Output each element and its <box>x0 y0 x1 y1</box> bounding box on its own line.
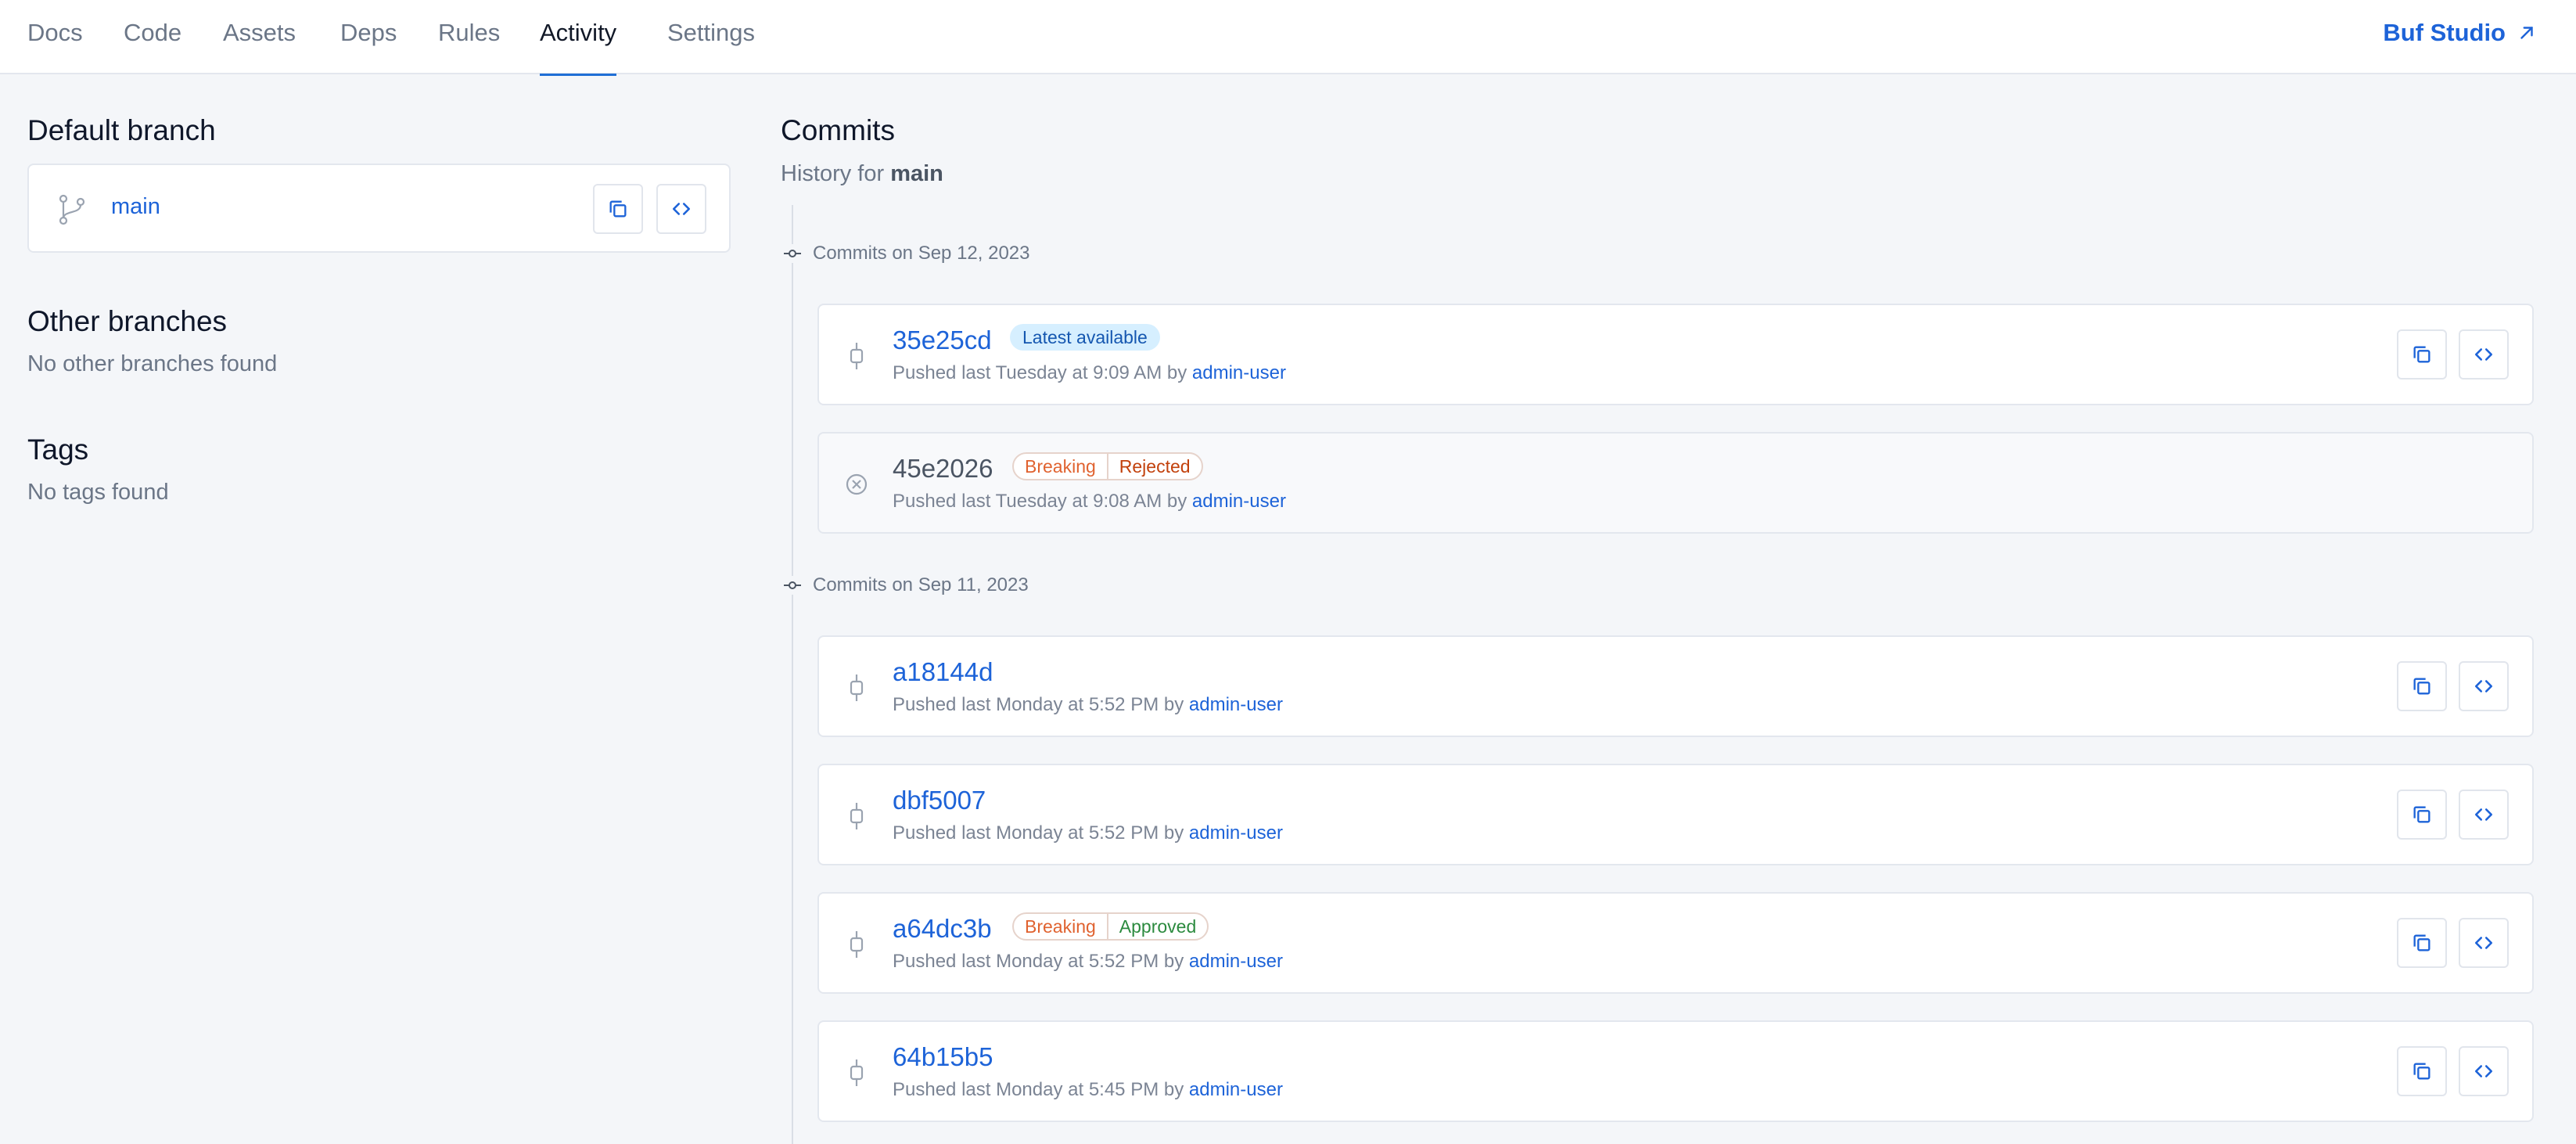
code-icon <box>2474 348 2493 361</box>
browse-commit-code-button[interactable] <box>2459 329 2509 380</box>
commit-meta: Pushed last Tuesday at 9:09 AM by admin-… <box>893 362 1286 384</box>
commit-user-link[interactable]: admin-user <box>1189 951 1283 972</box>
history-branch: main <box>890 161 943 186</box>
commit-user-link[interactable]: admin-user <box>1189 822 1283 844</box>
commit-pushed-text: Pushed last Tuesday at 9:09 AM by <box>893 362 1187 383</box>
rejected-circle-x-icon <box>846 473 868 495</box>
commit-node-icon <box>783 244 802 263</box>
commit-icon <box>850 803 864 829</box>
breaking-status-badge: Breaking Approved <box>1012 912 1209 941</box>
commit-day-text: Commits on Sep 11, 2023 <box>813 574 1029 595</box>
other-branches-empty: No other branches found <box>27 351 278 376</box>
tab-activity[interactable]: Activity <box>540 17 617 76</box>
commit-meta: Pushed last Monday at 5:45 PM by admin-u… <box>893 1079 1283 1101</box>
commit-icon <box>850 931 864 958</box>
commit-hash-link[interactable]: 35e25cd <box>893 326 992 355</box>
commit-user-link[interactable]: admin-user <box>1192 491 1286 512</box>
browse-commit-code-button[interactable] <box>2459 1046 2509 1096</box>
buf-studio-label: Buf Studio <box>2383 19 2506 46</box>
tab-rules[interactable]: Rules <box>438 17 500 74</box>
breaking-badge: Breaking <box>1014 454 1108 479</box>
breaking-badge: Breaking <box>1014 914 1108 939</box>
tab-settings[interactable]: Settings <box>667 17 755 74</box>
commit-user-link[interactable]: admin-user <box>1192 362 1286 383</box>
commit-meta: Pushed last Monday at 5:52 PM by admin-u… <box>893 951 1283 973</box>
commit-icon <box>850 343 864 369</box>
commit-pushed-text: Pushed last Monday at 5:52 PM by <box>893 694 1184 715</box>
commit-row: 35e25cd Latest available Pushed last Tue… <box>817 304 2534 405</box>
copy-icon <box>2413 346 2430 363</box>
copy-icon <box>609 200 627 218</box>
tab-deps[interactable]: Deps <box>340 17 397 74</box>
history-subtitle: History for main <box>781 161 943 187</box>
rejected-badge: Rejected <box>1119 456 1191 477</box>
copy-commit-button[interactable] <box>2397 661 2447 711</box>
code-icon <box>672 203 691 215</box>
copy-commit-button[interactable] <box>2397 1046 2447 1096</box>
default-branch-name[interactable]: main <box>111 194 160 220</box>
code-icon <box>2474 808 2493 821</box>
code-icon <box>2474 1065 2493 1077</box>
commit-pushed-text: Pushed last Monday at 5:45 PM by <box>893 1079 1184 1100</box>
browse-commit-code-button[interactable] <box>2459 790 2509 840</box>
copy-icon <box>2413 1063 2430 1080</box>
commit-meta: Pushed last Monday at 5:52 PM by admin-u… <box>893 822 1283 844</box>
external-arrow-icon <box>2520 27 2533 39</box>
commit-hash-link[interactable]: a64dc3b <box>893 914 992 944</box>
tab-assets[interactable]: Assets <box>223 17 296 74</box>
copy-branch-button[interactable] <box>593 184 643 234</box>
tags-empty: No tags found <box>27 480 169 505</box>
buf-studio-link[interactable]: Buf Studio <box>2383 17 2537 49</box>
commit-hash-link[interactable]: dbf5007 <box>893 786 986 815</box>
code-icon <box>2474 680 2493 693</box>
commit-hash-link[interactable]: 64b15b5 <box>893 1042 993 1072</box>
commit-day-text: Commits on Sep 12, 2023 <box>813 243 1030 264</box>
commit-row-rejected: 45e2026 Breaking Rejected Pushed last Tu… <box>817 432 2534 534</box>
commit-meta: Pushed last Tuesday at 9:08 AM by admin-… <box>893 491 1286 513</box>
commit-icon <box>850 675 864 701</box>
browse-branch-code-button[interactable] <box>656 184 706 234</box>
copy-icon <box>2413 678 2430 695</box>
commit-user-link[interactable]: admin-user <box>1189 1079 1283 1100</box>
breaking-status-badge: Breaking Rejected <box>1012 452 1203 480</box>
default-branch-title: Default branch <box>27 114 216 146</box>
commit-hash-link[interactable]: a18144d <box>893 657 993 687</box>
copy-commit-button[interactable] <box>2397 790 2447 840</box>
commit-row: a64dc3b Breaking Approved Pushed last Mo… <box>817 892 2534 994</box>
copy-icon <box>2413 934 2430 952</box>
other-branches-title: Other branches <box>27 305 228 337</box>
commit-hash-link[interactable]: 45e2026 <box>893 454 993 484</box>
code-icon <box>2474 937 2493 949</box>
copy-icon <box>2413 806 2430 823</box>
commit-node-icon <box>783 576 802 595</box>
browse-commit-code-button[interactable] <box>2459 661 2509 711</box>
commit-meta: Pushed last Monday at 5:52 PM by admin-u… <box>893 694 1283 716</box>
copy-commit-button[interactable] <box>2397 918 2447 968</box>
commit-day-label: Commits on Sep 11, 2023 <box>783 574 1029 596</box>
commits-title: Commits <box>781 114 895 146</box>
commit-pushed-text: Pushed last Monday at 5:52 PM by <box>893 951 1184 972</box>
git-branch-icon <box>59 194 85 225</box>
browse-commit-code-button[interactable] <box>2459 918 2509 968</box>
latest-available-badge: Latest available <box>1010 324 1160 351</box>
top-nav: Docs Code Assets Deps Rules Activity Set… <box>0 0 2576 76</box>
commit-pushed-text: Pushed last Tuesday at 9:08 AM by <box>893 491 1187 512</box>
timeline-line <box>792 205 793 1144</box>
tab-docs[interactable]: Docs <box>27 17 83 74</box>
commit-row: 64b15b5 Pushed last Monday at 5:45 PM by… <box>817 1020 2534 1122</box>
approved-badge: Approved <box>1119 916 1197 937</box>
commit-user-link[interactable]: admin-user <box>1189 694 1283 715</box>
copy-commit-button[interactable] <box>2397 329 2447 380</box>
commit-row: dbf5007 Pushed last Monday at 5:52 PM by… <box>817 764 2534 865</box>
commit-pushed-text: Pushed last Monday at 5:52 PM by <box>893 822 1184 844</box>
tags-title: Tags <box>27 433 89 466</box>
tab-code[interactable]: Code <box>124 17 181 74</box>
commit-icon <box>850 1059 864 1086</box>
history-prefix: History for <box>781 161 885 186</box>
commit-row: a18144d Pushed last Monday at 5:52 PM by… <box>817 635 2534 737</box>
commit-day-label: Commits on Sep 12, 2023 <box>783 243 1030 264</box>
default-branch-card: main <box>27 164 731 253</box>
